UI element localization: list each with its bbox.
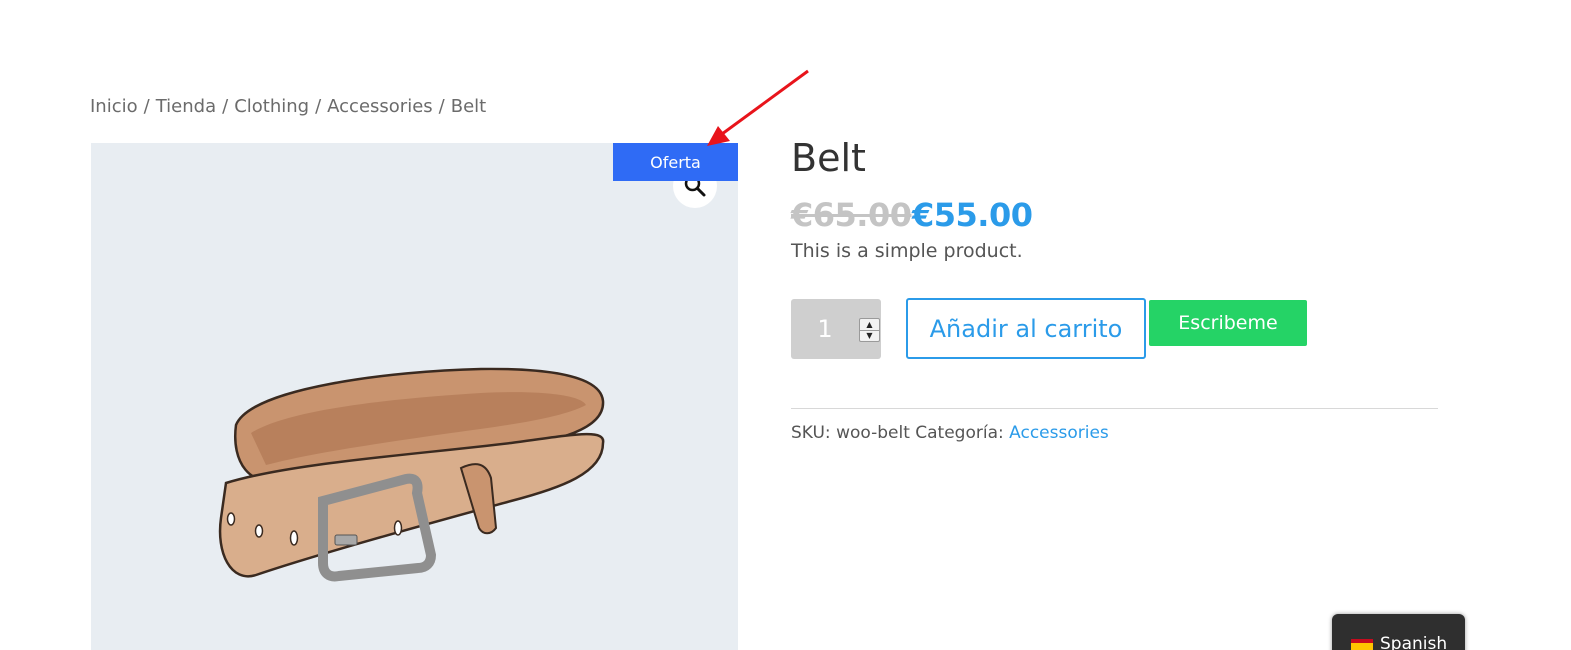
decrement-icon[interactable]: ▼ — [860, 330, 879, 341]
divider — [791, 408, 1438, 409]
whatsapp-button[interactable]: Escribeme — [1149, 300, 1307, 346]
language-label: Spanish — [1380, 634, 1448, 650]
breadcrumb: Inicio / Tienda / Clothing / Accessories / Belt — [90, 96, 486, 117]
category-link[interactable]: Accessories — [1009, 423, 1109, 443]
breadcrumb-current: Belt — [450, 96, 487, 117]
category-label: Categoría: — [915, 423, 1004, 443]
breadcrumb-shop[interactable]: Tienda — [156, 96, 216, 117]
product-image-gallery[interactable] — [91, 143, 738, 650]
breadcrumb-separator: / — [143, 96, 150, 117]
product-meta: SKU: woo-belt Categoría: Accessories — [791, 423, 1109, 443]
spain-flag-icon — [1351, 639, 1373, 650]
quantity-stepper[interactable]: ▲ ▼ — [859, 318, 880, 342]
product-image[interactable] — [91, 143, 738, 650]
breadcrumb-separator: / — [315, 96, 322, 117]
sku-value: woo-belt — [836, 423, 910, 443]
short-description: This is a simple product. — [791, 240, 1023, 262]
sale-badge: Oferta — [613, 143, 738, 181]
regular-price: €65.00 — [791, 196, 912, 234]
add-to-cart-button[interactable]: Añadir al carrito — [906, 298, 1146, 359]
breadcrumb-home[interactable]: Inicio — [90, 96, 138, 117]
product-title: Belt — [791, 136, 866, 180]
sale-price: €55.00 — [912, 196, 1033, 234]
sku-label: SKU: — [791, 423, 831, 443]
breadcrumb-accessories[interactable]: Accessories — [327, 96, 433, 117]
language-switcher[interactable]: Spanish — [1332, 614, 1465, 650]
breadcrumb-separator: / — [438, 96, 445, 117]
product-page: Inicio / Tienda / Clothing / Accessories / Belt … — [0, 0, 1571, 650]
breadcrumb-clothing[interactable]: Clothing — [234, 96, 309, 117]
breadcrumb-separator: / — [222, 96, 229, 117]
quantity-value[interactable]: 1 — [791, 299, 859, 359]
